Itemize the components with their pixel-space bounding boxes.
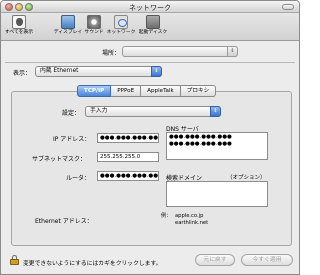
apply-now-button[interactable]: 今すぐ適用 <box>241 254 293 266</box>
ip-address-label: IP アドレス： <box>53 136 91 143</box>
toolbar-sound[interactable]: サウンド <box>79 15 109 40</box>
example-line: earthlink.net <box>175 220 209 226</box>
dns-server-line: ●●●.●●●.●●●.●●● <box>169 141 232 147</box>
tab-tcpip[interactable]: TCP/IP <box>77 85 112 97</box>
window-title: ネットワーク <box>129 4 171 12</box>
tab-proxy[interactable]: プロキシ <box>180 85 217 97</box>
router-label: ルータ： <box>66 175 91 182</box>
chevron-updown-icon: ⇕ <box>210 106 221 117</box>
search-domains-field[interactable] <box>166 181 268 207</box>
title-bar: ネットワーク <box>1 1 299 13</box>
toolbar-sound-label: サウンド <box>84 30 104 35</box>
router-field[interactable]: ●●●.●●●.●●●.●●● <box>97 171 159 181</box>
example-line: apple.co.jp <box>175 213 204 219</box>
show-label: 表示： <box>13 70 32 77</box>
preferences-window: ネットワーク すべてを表示 ディスプレイ サウンド ネットワーク 起動ディスク … <box>0 0 300 275</box>
toolbar: すべてを表示 ディスプレイ サウンド ネットワーク 起動ディスク <box>1 13 299 41</box>
ip-address-field[interactable]: ●●●.●●●.●●●.●●● <box>97 133 159 143</box>
chevron-updown-icon: ⇕ <box>227 46 238 57</box>
example-hint: 例： apple.co.jp earthlink.net <box>161 213 208 227</box>
tab-appletalk[interactable]: AppleTalk <box>141 85 181 97</box>
example-label: 例： <box>161 213 172 219</box>
subnet-mask-field[interactable]: 255.255.255.0 <box>97 152 159 162</box>
revert-button[interactable]: 元に戻す <box>195 254 235 266</box>
configure-popup-value: 手入力 <box>90 108 108 114</box>
lock-hint-text: 変更できないようにするにはカギをクリックします。 <box>23 261 162 267</box>
lock-icon[interactable] <box>10 255 19 265</box>
separator <box>5 62 295 63</box>
toolbar-toggle-button[interactable] <box>282 4 294 10</box>
tab-pppoe[interactable]: PPPoE <box>111 85 142 97</box>
ethernet-address-label: Ethernet アドレス： <box>35 218 93 225</box>
optional-label: （オプション） <box>227 175 266 181</box>
show-popup-value: 内蔵 Ethernet <box>40 68 79 74</box>
configure-popup[interactable]: 手入力 ⇕ <box>85 106 221 117</box>
show-popup[interactable]: 内蔵 Ethernet ⇕ <box>35 66 162 77</box>
dns-server-line: ●●●.●●●.●●●.●●● <box>169 134 232 140</box>
toolbar-network-label: ネットワーク <box>106 30 136 35</box>
location-label: 場所： <box>102 50 121 57</box>
toolbar-network[interactable]: ネットワーク <box>106 15 136 40</box>
tab-bar: TCP/IP PPPoE AppleTalk プロキシ <box>77 85 217 97</box>
sound-icon <box>87 15 101 29</box>
subnet-mask-label: サブネットマスク： <box>32 156 87 163</box>
chevron-updown-icon: ⇕ <box>151 66 162 77</box>
toolbar-show-all[interactable]: すべてを表示 <box>4 15 34 40</box>
show-all-icon <box>12 15 26 29</box>
display-icon <box>61 15 75 29</box>
startup-disk-icon <box>146 15 160 29</box>
dns-servers-field[interactable]: ●●●.●●●.●●●.●●● ●●●.●●●.●●●.●●● <box>166 132 268 160</box>
configure-label: 設定： <box>62 110 81 117</box>
network-icon <box>114 15 128 29</box>
toolbar-show-all-label: すべてを表示 <box>4 30 34 35</box>
toolbar-startup-disk[interactable]: 起動ディスク <box>138 15 168 40</box>
location-popup[interactable]: ⇕ <box>122 46 238 57</box>
toolbar-startup-disk-label: 起動ディスク <box>138 30 168 35</box>
